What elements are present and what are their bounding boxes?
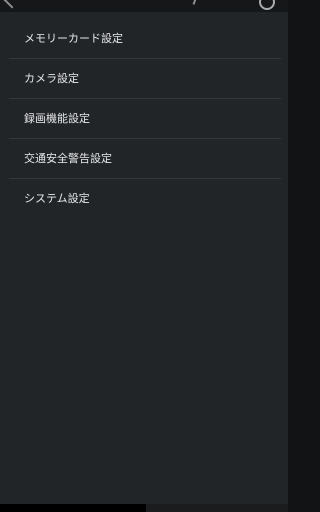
settings-panel: メモリーカード設定 カメラ設定 録画機能設定 交通安全警告設定 システム設定 (0, 12, 288, 504)
menu-item-label: メモリーカード設定 (24, 32, 123, 45)
top-bar (0, 0, 288, 12)
menu-item-system-settings[interactable]: システム設定 (9, 179, 281, 219)
menu-item-label: カメラ設定 (24, 72, 79, 85)
menu-item-camera-settings[interactable]: カメラ設定 (9, 59, 281, 99)
menu-item-memory-card-settings[interactable]: メモリーカード設定 (9, 19, 281, 59)
menu-item-label: 交通安全警告設定 (24, 152, 112, 165)
menu-item-label: 録画機能設定 (24, 112, 90, 125)
bottom-bar-segment (146, 504, 288, 512)
bottom-bar (0, 504, 288, 512)
settings-menu: メモリーカード設定 カメラ設定 録画機能設定 交通安全警告設定 システム設定 (0, 19, 288, 219)
indicator-icon (188, 0, 198, 5)
menu-item-label: システム設定 (24, 192, 90, 205)
menu-item-recording-settings[interactable]: 録画機能設定 (9, 99, 281, 139)
info-icon[interactable] (259, 0, 275, 10)
menu-item-traffic-safety-warning-settings[interactable]: 交通安全警告設定 (9, 139, 281, 179)
back-icon[interactable] (3, 0, 21, 9)
